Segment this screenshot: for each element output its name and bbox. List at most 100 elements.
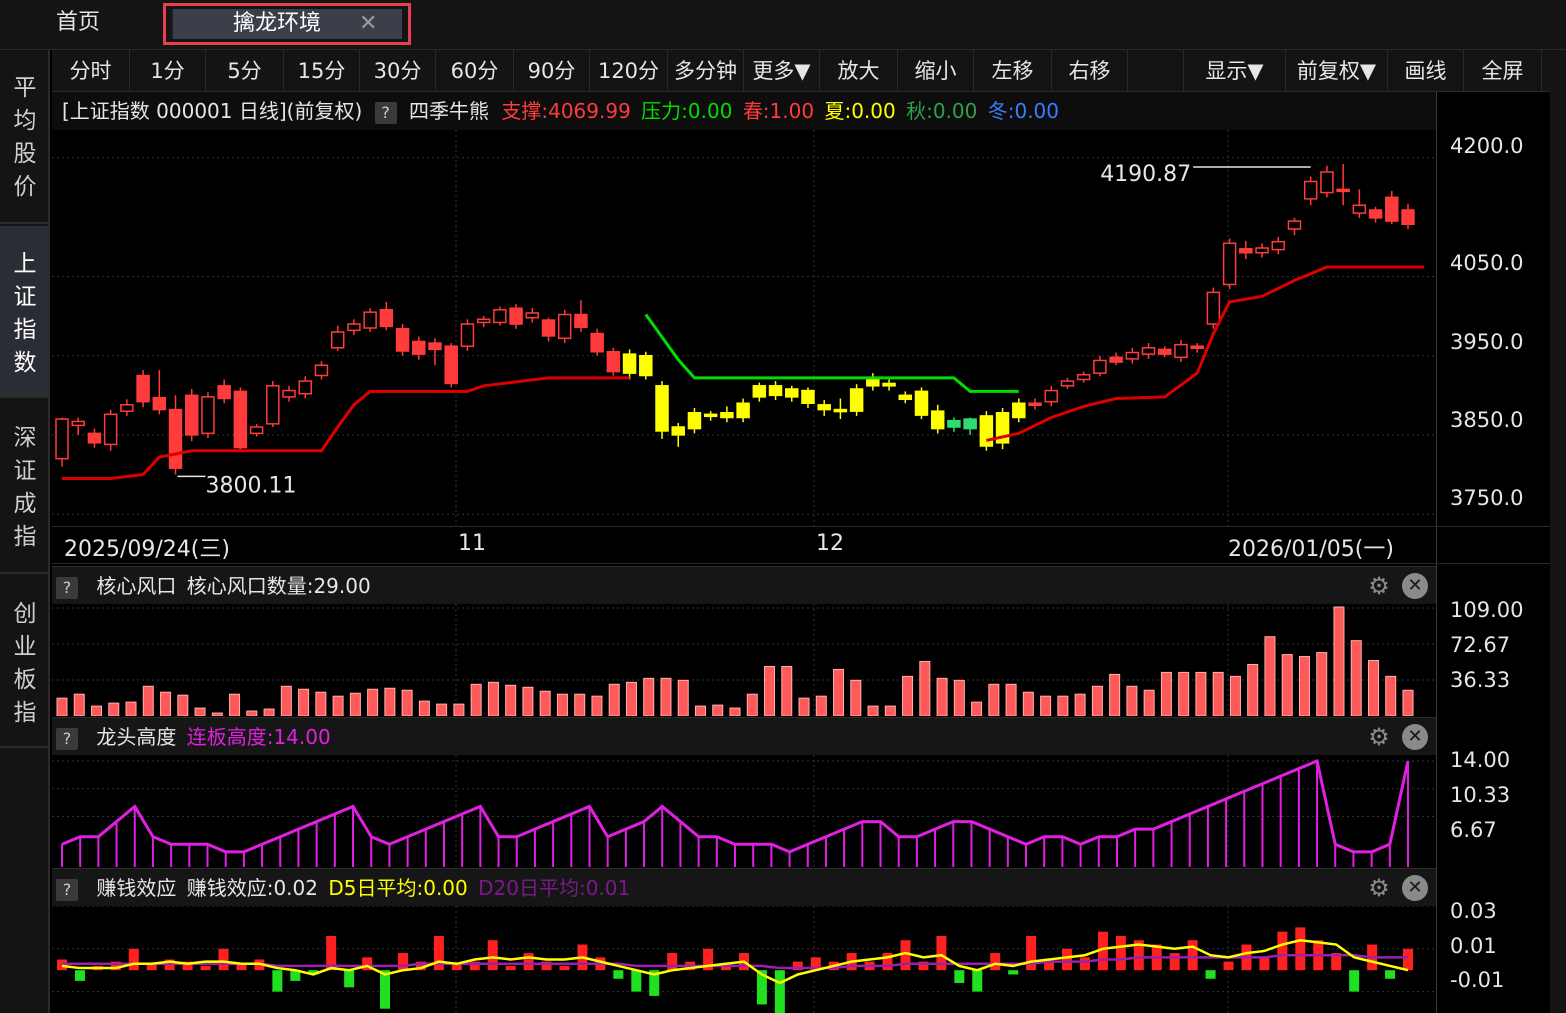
toolbar-btn-18[interactable]: 全屏 [1464,50,1542,92]
effect-bar [1115,935,1126,971]
candle-body [671,426,685,436]
candle-body [768,385,783,397]
help-icon[interactable]: ? [56,878,78,901]
candle-body [541,319,556,337]
toolbar-btn-10[interactable]: 放大 [820,50,898,92]
candle-body [1206,291,1221,325]
candle-body [266,385,280,425]
effect-bar [1295,927,1306,971]
candle-body [314,364,329,377]
effect-bar [272,970,283,992]
wind-bar [487,681,499,716]
gear-icon[interactable]: ⚙ [1366,573,1392,599]
effect-bar [1259,957,1270,971]
candle-body [1336,188,1350,193]
p1-axis-2: 36.33 [1450,668,1511,692]
toolbar-btn-5[interactable]: 60分 [436,50,514,92]
wind-bar [539,690,551,716]
wind-bar [1229,675,1241,716]
help-icon[interactable]: ? [374,101,397,124]
toolbar-btn-3[interactable]: 15分 [284,50,360,92]
wind-bar [953,679,965,716]
p1-axis-0: 109.00 [1450,598,1524,622]
money-effect-chart[interactable] [52,906,1436,1013]
tab-qinlong-environment[interactable]: 擒龙环境 ✕ [163,3,411,45]
close-icon[interactable]: ✕ [1402,724,1428,750]
sidebar-item-2[interactable]: 深证成指 [0,400,50,574]
candle-body [1076,373,1091,381]
gear-icon[interactable]: ⚙ [1366,724,1392,750]
p3-axis-0: 0.03 [1450,899,1497,923]
close-icon[interactable]: ✕ [1402,573,1428,599]
wind-bar [660,677,672,716]
toolbar-btn-2[interactable]: 5分 [206,50,284,92]
candle-body [168,408,183,469]
effect-bar [433,935,444,971]
toolbar-btn-1[interactable]: 1分 [130,50,206,92]
p2-axis-2: 6.67 [1450,818,1497,842]
candle-body [120,404,134,412]
effect-bar [523,953,534,971]
sidebar-item-0[interactable]: 平均股价 [0,50,50,224]
wind-bar [211,712,223,716]
wind-bar [1109,673,1121,716]
candle-body [1303,180,1318,200]
toolbar-btn-9[interactable]: 更多▼ [744,50,820,92]
tab-home[interactable]: 首页 [30,4,130,42]
wind-bar [919,661,931,716]
candle-body [428,342,442,351]
core-wind-bar-chart[interactable] [52,604,1436,716]
wind-bar [694,705,706,716]
toolbar-btn-11[interactable]: 缩小 [898,50,974,92]
wind-bar [1057,695,1069,716]
candle-body [930,410,945,430]
wind-bar [988,683,1000,716]
y-label-3950: 3950.0 [1450,330,1524,354]
sidebar-item-3[interactable]: 创业板指 [0,576,50,748]
gear-icon[interactable]: ⚙ [1366,875,1392,901]
candle-body [574,313,588,328]
candle-body [687,411,702,430]
help-icon[interactable]: ? [56,576,78,599]
toolbar-btn-14 [1128,50,1184,92]
effect-bar [936,935,947,971]
wind-bar [505,684,517,716]
close-icon[interactable]: ✕ [1402,875,1428,901]
wind-bar [280,685,292,716]
candle-body [1174,343,1188,359]
candle-body [1401,209,1415,225]
wind-bar [1074,693,1086,716]
close-icon[interactable]: ✕ [359,9,377,39]
toolbar-btn-7[interactable]: 120分 [590,50,668,92]
toolbar-btn-0[interactable]: 分时 [52,50,130,92]
p3-axis-1: 0.01 [1450,934,1497,958]
candle-body [1028,402,1042,406]
toolbar-btn-13[interactable]: 右移 [1052,50,1128,92]
candle-body [655,385,669,432]
toolbar-btn-6[interactable]: 90分 [514,50,590,92]
candle-body [298,380,313,395]
candle-body [866,378,880,387]
candlestick-chart[interactable]: 4190.87 3800.11 [52,130,1436,526]
wind-bar [1212,671,1224,716]
toolbar-btn-16[interactable]: 前复权▼ [1286,50,1388,92]
effect-bar [1008,970,1019,975]
wind-bar [246,710,258,716]
toolbar-btn-17[interactable]: 画线 [1388,50,1464,92]
toolbar-btn-8[interactable]: 多分钟 [668,50,744,92]
toolbar-btn-4[interactable]: 30分 [360,50,436,92]
help-icon[interactable]: ? [56,727,78,750]
leader-height-chart[interactable] [52,755,1436,867]
p3-axis-2: -0.01 [1450,968,1505,992]
wind-bar [1350,640,1362,716]
candle-body [201,396,215,435]
toolbar-btn-15[interactable]: 显示▼ [1184,50,1286,92]
panel-name: 核心风口 [96,574,177,598]
wind-bar [418,700,430,716]
wind-bar [936,677,948,716]
candle-body [947,419,961,428]
candle-body [606,351,621,373]
toolbar-btn-12[interactable]: 左移 [974,50,1052,92]
candle-body [1320,171,1334,194]
sidebar-item-1[interactable]: 上证指数 [0,226,50,398]
